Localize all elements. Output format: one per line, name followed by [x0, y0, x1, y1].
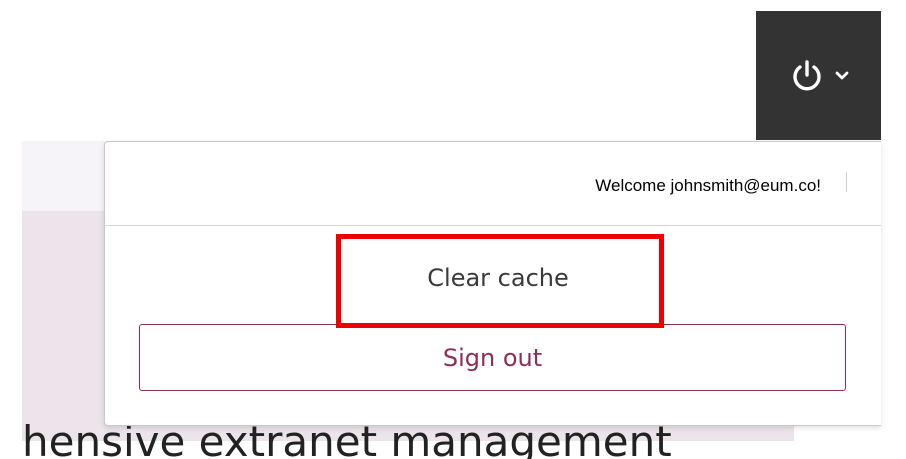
sign-out-button[interactable]: Sign out — [139, 324, 846, 391]
user-menu-toggle[interactable] — [756, 11, 881, 140]
welcome-row: Welcome johnsmith@eum.co! — [105, 142, 881, 226]
divider — [846, 172, 847, 192]
page: hensive extranet management Welcome john… — [0, 0, 906, 459]
chevron-down-icon — [835, 71, 849, 81]
clear-cache-button[interactable]: Clear cache — [339, 236, 657, 320]
power-icon — [789, 58, 825, 94]
welcome-message: Welcome johnsmith@eum.co! — [595, 176, 821, 195]
